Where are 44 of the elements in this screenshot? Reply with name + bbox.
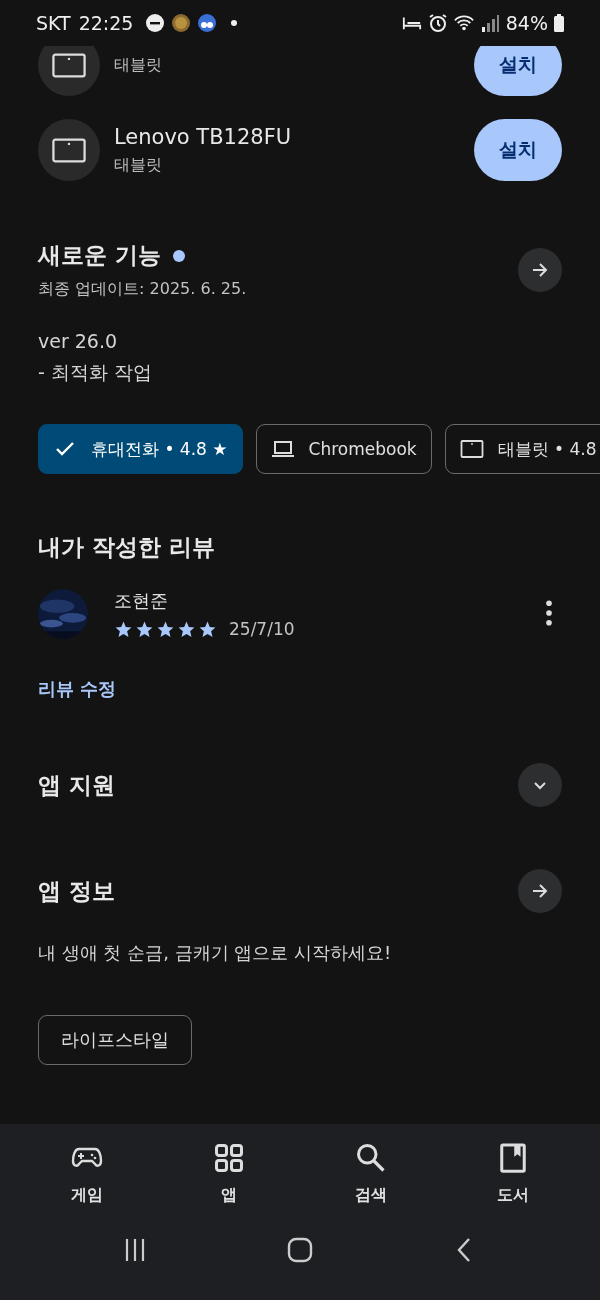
- tablet-icon: [52, 52, 86, 78]
- nav-tab[interactable]: 게임: [37, 1142, 137, 1207]
- tablet-icon: [459, 437, 484, 461]
- search-icon: [355, 1143, 387, 1173]
- tablet-icon: [52, 137, 86, 163]
- section-title: 앱 지원: [38, 770, 115, 800]
- device-type: 태블릿: [114, 154, 163, 176]
- device-name: Lenovo TB128FU: [114, 124, 293, 149]
- app-notification-icon: [197, 13, 218, 33]
- device-type: 태블릿: [114, 54, 163, 76]
- section-title: 앱 정보: [38, 876, 115, 906]
- release-note: - 최적화 작업: [38, 360, 153, 385]
- alarm-icon: [427, 13, 448, 33]
- more-notifications-icon: [231, 20, 238, 26]
- signal-icon: [479, 13, 500, 33]
- edit-review-link[interactable]: 리뷰 수정: [38, 677, 117, 701]
- category-tag[interactable]: 라이프스타일: [38, 1015, 192, 1065]
- section-title: 내가 작성한 리뷰: [38, 533, 216, 562]
- wifi-icon: [453, 13, 474, 33]
- carrier: SKT: [36, 12, 71, 34]
- do-not-disturb-icon: [145, 13, 166, 33]
- arrow-right-button[interactable]: [518, 248, 562, 292]
- arrow-right-button[interactable]: [518, 869, 562, 913]
- coin-icon: [171, 13, 192, 33]
- battery-percent: 84%: [505, 12, 548, 34]
- app-description: 내 생애 첫 순금, 금캐기 앱으로 시작하세요!: [38, 941, 393, 965]
- review-date: 25/7/10: [229, 619, 295, 639]
- book-icon: [497, 1143, 529, 1173]
- update-date: 최종 업데이트: 2025. 6. 25.: [38, 279, 247, 300]
- home-icon[interactable]: [285, 1235, 315, 1265]
- install-button[interactable]: 설치: [474, 46, 562, 96]
- apps-grid-icon: [213, 1143, 245, 1173]
- device-filter-chip[interactable]: 태블릿 • 4.8: [444, 424, 600, 474]
- clock: 22:25: [78, 12, 134, 34]
- device-filter-chip[interactable]: 휴대전화 • 4.8 ★: [38, 424, 243, 474]
- nav-tab[interactable]: 도서: [463, 1142, 563, 1207]
- battery-icon: [554, 14, 564, 32]
- device-filter-chip[interactable]: Chromebook: [255, 424, 432, 474]
- nav-tab[interactable]: 검색: [321, 1142, 421, 1207]
- nav-tab[interactable]: 앱: [179, 1142, 279, 1207]
- section-title: 새로운 기능: [38, 241, 161, 270]
- release-note: ver 26.0: [38, 330, 119, 352]
- reviewer-name: 조현준: [114, 589, 169, 613]
- install-button[interactable]: 설치: [474, 119, 562, 181]
